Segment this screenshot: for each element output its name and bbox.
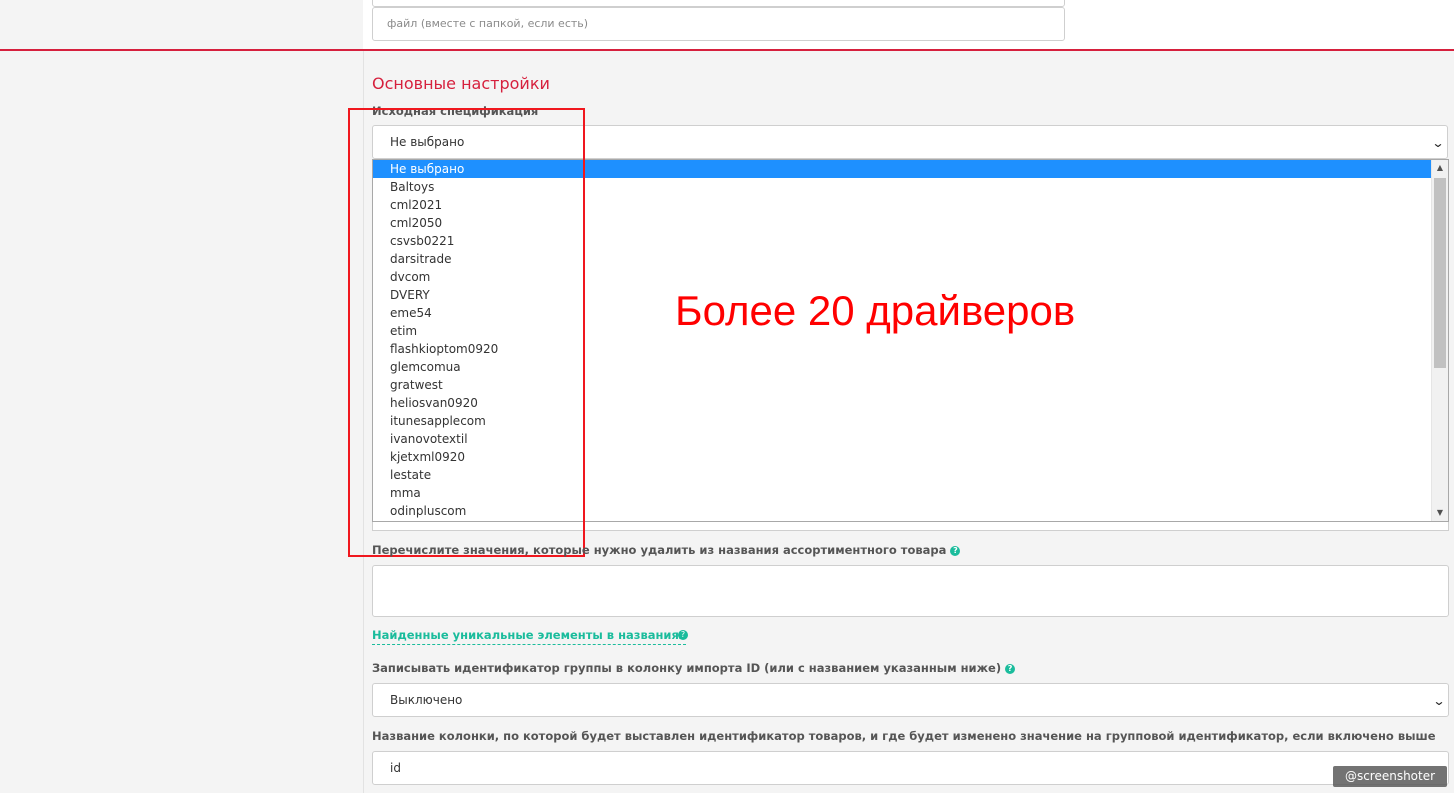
group-id-selected-value: Выключено <box>390 693 463 707</box>
remove-values-label-text: Перечислите значения, которые нужно удал… <box>372 543 947 557</box>
annotation-text: Более 20 драйверов <box>675 287 1076 334</box>
group-id-label-text: Записывать идентификатор группы в колонк… <box>372 661 1002 675</box>
column-name-input[interactable]: id <box>372 751 1449 785</box>
help-icon[interactable]: ? <box>678 630 688 640</box>
column-name-label: Название колонки, по которой будет выста… <box>372 729 1436 743</box>
highlight-box <box>348 108 585 557</box>
remove-values-label: Перечислите значения, которые нужно удал… <box>372 543 961 557</box>
file-path-input[interactable]: файл (вместе с папкой, если есть) <box>372 7 1065 41</box>
found-unique-elements-link[interactable]: Найденные уникальные элементы в названия… <box>372 628 687 645</box>
section-divider <box>0 49 1454 51</box>
dropdown-scrollbar[interactable]: ▲ ▼ <box>1431 160 1448 521</box>
help-icon[interactable]: ? <box>1005 664 1016 674</box>
remove-values-textarea[interactable] <box>372 565 1449 617</box>
previous-input[interactable] <box>372 0 1065 7</box>
chevron-down-icon: ⌄ <box>1432 694 1446 708</box>
section-title: Основные настройки <box>372 74 550 93</box>
scroll-up-arrow-icon[interactable]: ▲ <box>1432 160 1448 176</box>
group-id-select[interactable]: Выключено ⌄ <box>372 683 1449 717</box>
help-icon[interactable]: ? <box>950 546 961 556</box>
left-panel <box>0 0 364 793</box>
group-id-label: Записывать идентификатор группы в колонк… <box>372 661 1016 675</box>
scroll-thumb[interactable] <box>1434 178 1446 368</box>
scroll-down-arrow-icon[interactable]: ▼ <box>1432 505 1448 521</box>
screenshoter-watermark: @screenshoter <box>1333 766 1447 787</box>
found-link-text[interactable]: Найденные уникальные элементы в названия… <box>372 628 686 642</box>
chevron-down-icon: ⌄ <box>1431 136 1445 150</box>
